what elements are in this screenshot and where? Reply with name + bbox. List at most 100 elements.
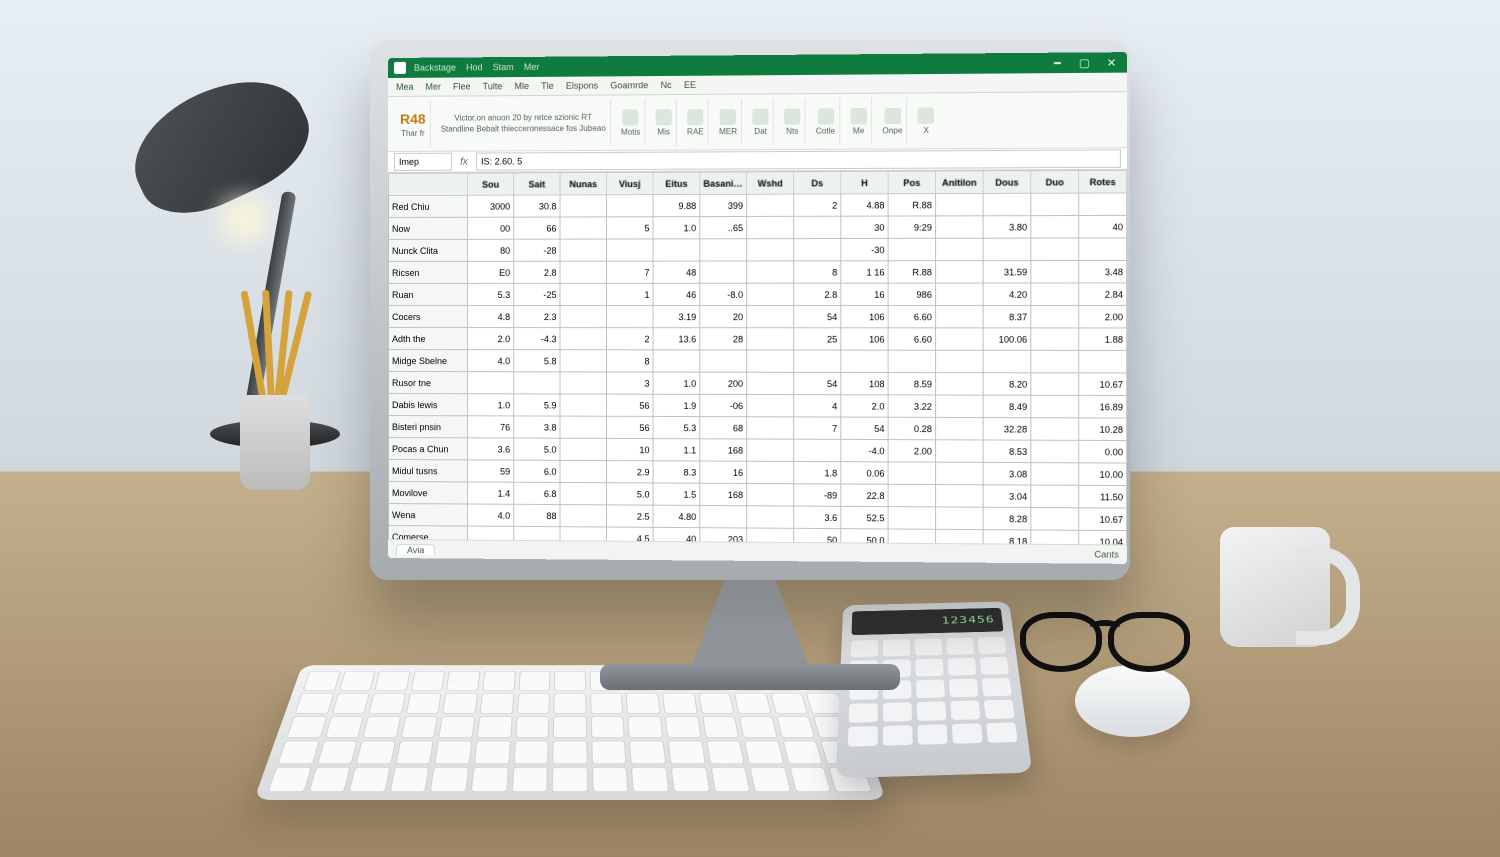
column-header[interactable]: Nunas: [560, 173, 606, 195]
row-header[interactable]: Pocas a Chun: [388, 438, 467, 460]
cell[interactable]: [1031, 305, 1079, 327]
cell[interactable]: 48: [653, 261, 700, 283]
cell[interactable]: 0.06: [841, 462, 888, 485]
cell[interactable]: [1031, 260, 1079, 283]
cell[interactable]: 6.8: [514, 482, 560, 504]
cell[interactable]: 3.19: [653, 305, 700, 327]
cell[interactable]: 2.8: [794, 283, 841, 305]
table-row[interactable]: Ruan5.3-25146-8.02.8169864.202.84: [388, 283, 1126, 306]
cell[interactable]: 5.0: [606, 483, 653, 505]
cell[interactable]: [560, 195, 606, 217]
column-header[interactable]: Dous: [983, 171, 1031, 194]
cell[interactable]: 4: [794, 395, 841, 417]
cell[interactable]: [747, 305, 794, 327]
cell[interactable]: 3.48: [1079, 260, 1127, 283]
title-tab[interactable]: Stam: [493, 62, 514, 72]
column-header[interactable]: Sou: [468, 173, 514, 195]
cell[interactable]: [888, 484, 935, 507]
cell[interactable]: [1031, 440, 1079, 463]
cell[interactable]: 3.22: [888, 395, 935, 418]
cell[interactable]: -30: [841, 238, 888, 260]
cell[interactable]: [936, 485, 984, 508]
cell[interactable]: 168: [700, 439, 747, 461]
cell[interactable]: 8.28: [983, 507, 1031, 530]
cell[interactable]: 8: [794, 261, 841, 283]
cell[interactable]: [560, 283, 606, 305]
cell[interactable]: [700, 239, 747, 261]
cell[interactable]: [936, 462, 984, 485]
cell[interactable]: 59: [468, 460, 514, 482]
cell[interactable]: 50.0: [841, 529, 888, 545]
cell[interactable]: 6.60: [888, 305, 935, 327]
column-header[interactable]: Rotes: [1079, 170, 1127, 193]
cell[interactable]: 1.8: [794, 461, 841, 484]
cell[interactable]: [747, 461, 794, 484]
cell[interactable]: 6.0: [514, 460, 560, 482]
cell[interactable]: 11.50: [1079, 485, 1127, 508]
cell[interactable]: [1031, 485, 1079, 508]
cell[interactable]: 8.3: [653, 461, 700, 483]
cell[interactable]: 68: [700, 417, 747, 439]
cell[interactable]: [747, 417, 794, 439]
cell[interactable]: 56: [606, 394, 653, 416]
cell[interactable]: 2: [606, 328, 653, 350]
cell[interactable]: [983, 350, 1031, 373]
title-tab[interactable]: Backstage: [414, 62, 456, 72]
cell[interactable]: 8.53: [983, 440, 1031, 463]
cell[interactable]: 7: [606, 261, 653, 283]
cell[interactable]: 16.89: [1079, 395, 1127, 418]
cell[interactable]: [888, 238, 935, 260]
cell[interactable]: [1079, 350, 1127, 373]
cell[interactable]: [1079, 238, 1127, 261]
table-row[interactable]: Bisteri pnsin763.8565.3687540.2832.2810.…: [388, 416, 1126, 441]
row-header[interactable]: Dabis lewis: [388, 394, 467, 416]
cell[interactable]: 3.8: [514, 416, 560, 438]
ribbon-tab[interactable]: Mer: [425, 82, 441, 92]
cell[interactable]: 16: [700, 461, 747, 483]
cell[interactable]: 80: [468, 239, 514, 261]
cell[interactable]: [747, 506, 794, 529]
cell[interactable]: 5: [606, 217, 653, 239]
cell[interactable]: 3.04: [983, 485, 1031, 508]
ribbon-group[interactable]: Mis: [651, 99, 676, 146]
cell[interactable]: -89: [794, 484, 841, 507]
table-row[interactable]: Dabis lewis1.05.9561.9-0642.03.228.4916.…: [388, 394, 1126, 419]
cell[interactable]: [560, 217, 606, 239]
row-header[interactable]: Ricsen: [388, 261, 467, 283]
cell[interactable]: 8: [606, 350, 653, 372]
cell[interactable]: 2.0: [841, 395, 888, 417]
cell[interactable]: 4.20: [983, 283, 1031, 305]
cell[interactable]: [1031, 373, 1079, 396]
ribbon-tab[interactable]: Mle: [514, 81, 529, 91]
cell[interactable]: [936, 529, 984, 544]
cell[interactable]: [747, 350, 794, 372]
cell[interactable]: [747, 328, 794, 350]
cell[interactable]: [936, 305, 984, 327]
table-row[interactable]: Cocers4.82.33.1920541066.608.372.00: [388, 305, 1126, 328]
column-header[interactable]: Eitus: [653, 172, 700, 194]
cell[interactable]: 40: [1079, 215, 1127, 238]
cell[interactable]: [747, 239, 794, 261]
cell[interactable]: R.88: [888, 261, 935, 283]
row-header[interactable]: Wena: [388, 504, 467, 527]
ribbon-group[interactable]: MER: [715, 99, 742, 146]
cell[interactable]: 2.5: [606, 505, 653, 527]
cell[interactable]: 3000: [468, 195, 514, 217]
column-header[interactable]: Duo: [1031, 171, 1079, 194]
cell[interactable]: 2: [794, 194, 841, 216]
cell[interactable]: 108: [841, 372, 888, 394]
cell[interactable]: 8.18: [983, 530, 1031, 545]
cell[interactable]: 32.28: [983, 418, 1031, 441]
cell[interactable]: [560, 416, 606, 438]
cell[interactable]: [1079, 193, 1127, 216]
cell[interactable]: [747, 372, 794, 394]
cell[interactable]: [560, 460, 606, 482]
cell[interactable]: [936, 373, 984, 396]
cell[interactable]: [794, 239, 841, 261]
cell[interactable]: 9.88: [653, 194, 700, 216]
cell[interactable]: 3.6: [794, 506, 841, 529]
close-button[interactable]: ✕: [1102, 55, 1121, 69]
ribbon-group[interactable]: Dat: [748, 98, 774, 145]
cell[interactable]: [747, 216, 794, 238]
ribbon-tab[interactable]: EE: [684, 80, 696, 90]
